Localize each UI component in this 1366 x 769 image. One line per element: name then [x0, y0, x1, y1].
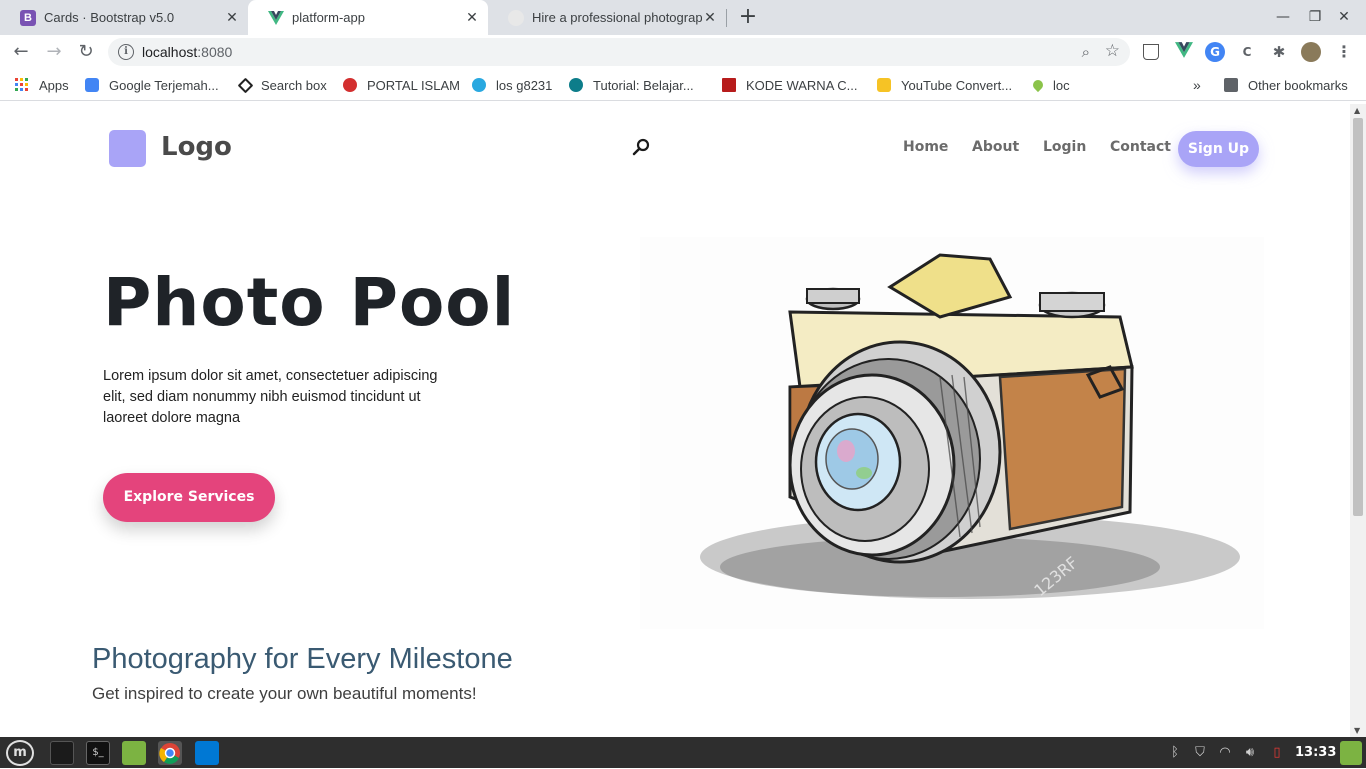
address-bar[interactable]: i localhost:8080 ⌕ ☆	[108, 38, 1130, 66]
bookmark-los[interactable]: los g8231	[472, 77, 552, 93]
signup-button[interactable]: Sign Up	[1178, 131, 1259, 167]
menu-kebab-icon[interactable]: ⋮	[1334, 42, 1354, 62]
show-desktop-icon[interactable]	[1340, 741, 1362, 765]
extensions-puzzle-icon[interactable]: ✱	[1269, 42, 1289, 62]
youtube-convert-icon	[877, 78, 891, 92]
hero-description: Lorem ipsum dolor sit amet, consectetuer…	[103, 368, 438, 426]
system-monitor-icon[interactable]	[50, 741, 74, 765]
search-icon[interactable]	[632, 138, 650, 156]
extension-cup-icon[interactable]	[1143, 44, 1159, 60]
tab-title: Cards · Bootstrap v5.0	[44, 10, 175, 25]
url-text[interactable]: localhost:8080	[142, 44, 232, 60]
css-extension-icon[interactable]: C	[1237, 42, 1257, 62]
nav-home[interactable]: Home	[903, 139, 948, 155]
bookmark-apps[interactable]: Apps	[15, 77, 69, 93]
scroll-down-icon[interactable]: ▼	[1354, 726, 1360, 735]
back-icon[interactable]: ←	[10, 41, 32, 63]
shield-icon[interactable]: ⛉	[1192, 745, 1208, 761]
tab-title: Hire a professional photographer	[532, 10, 702, 25]
bookmarks-overflow-icon[interactable]: »	[1193, 77, 1201, 93]
google-translate-icon	[85, 78, 99, 92]
files-folder-icon[interactable]	[122, 741, 146, 765]
bookmark-loc[interactable]: loc	[1030, 77, 1070, 93]
logo-mark[interactable]	[109, 130, 146, 167]
profile-avatar[interactable]	[1301, 42, 1321, 62]
section-subtitle: Get inspired to create your own beautifu…	[92, 684, 477, 703]
site-info-icon[interactable]: i	[118, 44, 134, 60]
vscode-icon[interactable]	[195, 741, 219, 765]
chrome-icon[interactable]	[158, 741, 182, 765]
nav-login[interactable]: Login	[1043, 139, 1086, 155]
terminal-icon[interactable]: $_	[86, 741, 110, 765]
scroll-up-icon[interactable]: ▲	[1354, 106, 1360, 115]
other-bookmarks[interactable]: Other bookmarks	[1224, 77, 1348, 93]
nav-about[interactable]: About	[972, 139, 1019, 155]
nav-contact[interactable]: Contact	[1110, 139, 1171, 155]
explore-services-button[interactable]: Explore Services	[103, 473, 275, 522]
mint-menu-icon[interactable]: m	[6, 740, 34, 766]
page-scrollbar[interactable]: ▲ ▼	[1350, 104, 1366, 737]
photographer-site-icon	[508, 9, 524, 26]
battery-icon[interactable]: ▯	[1269, 745, 1285, 761]
new-tab-button[interactable]: +	[737, 6, 759, 28]
bootstrap-icon: B	[20, 9, 36, 26]
close-icon[interactable]: ✕	[464, 9, 480, 25]
clock[interactable]: 13:33	[1295, 745, 1336, 760]
os-taskbar: m $_ ᛒ ⛉ ◠ 🔊︎ ▯ 13:33	[0, 737, 1366, 768]
folder-icon	[1224, 78, 1238, 92]
section-title: Photography for Every Milestone	[92, 643, 513, 675]
bookmark-youtube-convert[interactable]: YouTube Convert...	[877, 77, 1012, 93]
bookmark-portal-islam[interactable]: PORTAL ISLAM	[343, 77, 460, 93]
logo-text[interactable]: Logo	[161, 132, 232, 162]
page-viewport: Logo Home About Login Contact Sign Up Ph…	[0, 104, 1350, 737]
kode-warna-icon	[722, 78, 736, 92]
portal-islam-icon	[343, 78, 357, 92]
tab-platform-app[interactable]: platform-app ✕	[248, 0, 488, 35]
tutorial-icon	[569, 78, 583, 92]
bluetooth-icon[interactable]: ᛒ	[1167, 745, 1183, 761]
sf-icon	[472, 78, 486, 92]
hero-title: Photo Pool	[103, 264, 516, 341]
tab-separator	[726, 9, 727, 27]
google-translate-icon[interactable]: G	[1205, 42, 1225, 62]
minimize-icon[interactable]: —	[1274, 8, 1292, 26]
volume-icon[interactable]: 🔊︎	[1242, 745, 1258, 761]
vue-devtools-icon[interactable]	[1174, 42, 1194, 62]
bookmark-star-icon[interactable]: ☆	[1105, 41, 1120, 61]
bookmark-search-box[interactable]: Search box	[237, 77, 327, 93]
browser-tab-strip: B Cards · Bootstrap v5.0 ✕ platform-app …	[0, 0, 1366, 35]
browser-toolbar: ← → ↻ i localhost:8080 ⌕ ☆	[0, 35, 1366, 69]
codepen-icon	[237, 77, 254, 93]
zoom-icon[interactable]: ⌕	[1082, 43, 1090, 61]
wifi-icon[interactable]: ◠	[1217, 745, 1233, 761]
camera-illustration: 123RF	[640, 237, 1264, 629]
tab-bootstrap-cards[interactable]: B Cards · Bootstrap v5.0 ✕	[0, 0, 248, 35]
forward-icon[interactable]: →	[43, 41, 65, 63]
apps-grid-icon	[15, 78, 29, 92]
bookmark-google-terjemah[interactable]: Google Terjemah...	[85, 77, 219, 93]
location-icon	[1030, 77, 1046, 93]
reload-icon[interactable]: ↻	[75, 41, 97, 63]
tab-title: platform-app	[292, 10, 365, 25]
maximize-icon[interactable]: ❐	[1306, 8, 1324, 26]
close-icon[interactable]: ✕	[702, 9, 718, 25]
close-icon[interactable]: ✕	[224, 9, 240, 25]
bookmarks-bar: Apps Google Terjemah... Search box PORTA…	[0, 69, 1366, 101]
bookmark-kode-warna[interactable]: KODE WARNA C...	[722, 77, 857, 93]
close-window-icon[interactable]: ✕	[1335, 8, 1353, 26]
scrollbar-thumb[interactable]	[1353, 118, 1363, 516]
tab-hire-photographer[interactable]: Hire a professional photographer ✕	[488, 0, 726, 35]
bookmark-tutorial[interactable]: Tutorial: Belajar...	[569, 77, 694, 93]
vue-icon	[268, 10, 284, 26]
